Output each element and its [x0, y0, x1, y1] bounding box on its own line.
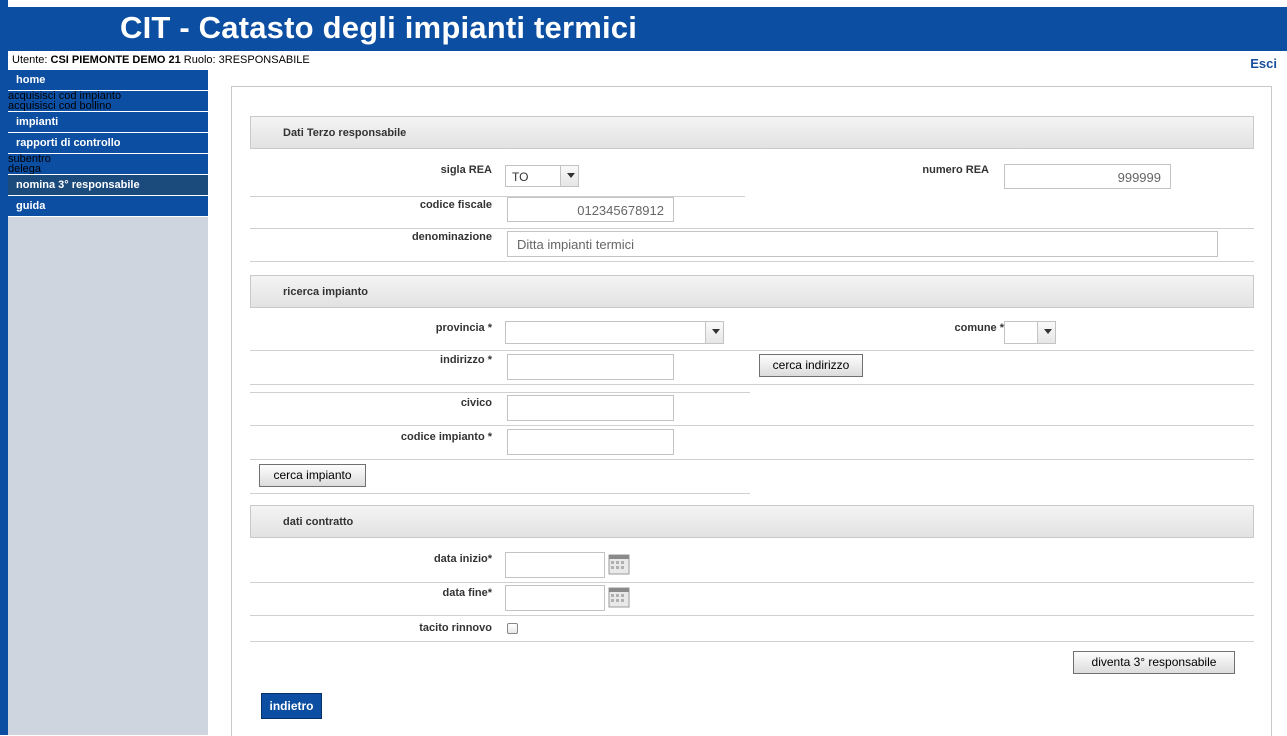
provincia-label: provincia * [435, 322, 492, 334]
denominazione-input[interactable]: Ditta impianti termici [507, 231, 1218, 257]
data-fine-input[interactable] [505, 585, 605, 611]
indirizzo-input[interactable] [507, 354, 674, 380]
divider [250, 392, 750, 393]
denominazione-label: denominazione [411, 231, 492, 243]
comune-label: comune * [954, 322, 1004, 334]
provincia-select[interactable] [505, 321, 724, 344]
data-fine-label: data fine* [442, 587, 492, 599]
divider [250, 493, 750, 494]
codice-fiscale-value: 012345678912 [577, 203, 664, 218]
data-inizio-label: data inizio* [433, 553, 492, 565]
cerca-indirizzo-button[interactable]: cerca indirizzo [759, 354, 863, 377]
role-prefix: Ruolo: [183, 54, 216, 66]
divider [250, 350, 1254, 351]
user-prefix: Utente: [12, 54, 48, 66]
logout-link[interactable]: Esci [1250, 56, 1277, 71]
app-header: CIT - Catasto degli impianti termici [8, 7, 1287, 51]
sidebar-item-acquisisci-bollino[interactable]: acquisisci cod bollino [8, 101, 208, 112]
civico-input[interactable] [507, 395, 674, 421]
tacito-rinnovo-label: tacito rinnovo [419, 622, 492, 634]
section-ricerca-impianto: ricerca impianto [250, 275, 1254, 308]
divider [250, 425, 1254, 426]
numero-rea-input[interactable]: 999999 [1004, 164, 1171, 189]
sidebar-item-nomina[interactable]: nomina 3° responsabile [8, 175, 208, 196]
cerca-impianto-button[interactable]: cerca impianto [259, 464, 366, 487]
indirizzo-label: indirizzo * [440, 354, 492, 366]
sidebar-item-impianti[interactable]: impianti [8, 112, 208, 133]
user-role: 3RESPONSABILE [218, 54, 310, 66]
section-title: dati contratto [283, 516, 354, 528]
numero-rea-value: 999999 [1117, 170, 1161, 185]
divider [250, 261, 1254, 262]
chevron-down-icon [1037, 322, 1055, 343]
data-inizio-input[interactable] [505, 552, 605, 578]
divider [250, 582, 1254, 583]
left-border [0, 0, 8, 735]
section-title: Dati Terzo responsabile [283, 127, 407, 139]
tacito-rinnovo-checkbox[interactable] [507, 623, 518, 634]
sidebar-item-acquisisci-impianto[interactable]: acquisisci cod impianto [8, 91, 208, 101]
sidebar: home acquisisci cod impianto acquisisci … [8, 70, 208, 735]
divider [250, 641, 1254, 642]
divider [250, 228, 1254, 229]
denominazione-value: Ditta impianti termici [517, 237, 635, 252]
indietro-button[interactable]: indietro [261, 693, 322, 719]
sidebar-item-home[interactable]: home [8, 70, 208, 91]
section-title: ricerca impianto [283, 286, 368, 298]
app-title: CIT - Catasto degli impianti termici [120, 10, 638, 45]
divider [250, 459, 1254, 460]
sigla-rea-label: sigla REA [440, 164, 492, 176]
comune-select[interactable] [1004, 321, 1056, 344]
calendar-icon[interactable] [608, 586, 630, 608]
sidebar-item-guida[interactable]: guida [8, 196, 208, 217]
main-content: Dati Terzo responsabile sigla REA TO num… [231, 86, 1272, 736]
sigla-rea-select[interactable]: TO [505, 165, 579, 187]
sidebar-item-rapporti[interactable]: rapporti di controllo [8, 133, 208, 154]
chevron-down-icon [705, 322, 723, 343]
codice-impianto-label: codice impianto * [400, 431, 492, 443]
calendar-icon[interactable] [608, 553, 630, 575]
section-terzo-responsabile: Dati Terzo responsabile [250, 116, 1254, 149]
divider [250, 384, 1254, 385]
sidebar-item-delega[interactable]: delega [8, 164, 208, 175]
numero-rea-label: numero REA [922, 164, 989, 176]
sidebar-item-subentro[interactable]: subentro [8, 154, 208, 164]
codice-fiscale-input[interactable]: 012345678912 [507, 197, 674, 222]
codice-impianto-input[interactable] [507, 429, 674, 455]
civico-label: civico [460, 397, 492, 409]
sigla-rea-value: TO [512, 170, 529, 184]
codice-fiscale-label: codice fiscale [419, 199, 492, 211]
divider [250, 615, 1254, 616]
diventa-responsabile-button[interactable]: diventa 3° responsabile [1073, 651, 1235, 674]
user-info: Utente: CSI PIEMONTE DEMO 21 Ruolo: 3RES… [12, 54, 310, 66]
chevron-down-icon [560, 166, 578, 186]
user-name: CSI PIEMONTE DEMO 21 [50, 54, 181, 66]
section-dati-contratto: dati contratto [250, 505, 1254, 538]
